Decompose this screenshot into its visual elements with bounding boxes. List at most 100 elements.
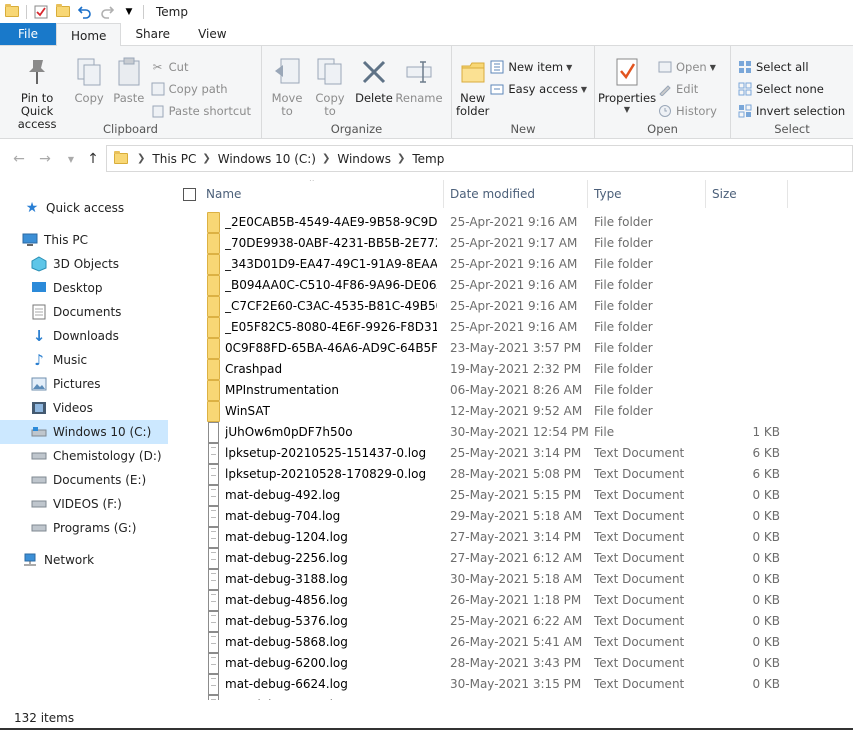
file-row[interactable]: WinSAT 12-May-2021 9:52 AM File folder bbox=[170, 401, 790, 422]
file-type: Text Document bbox=[594, 677, 685, 691]
file-row[interactable]: mat-debug-6200.log 28-May-2021 3:43 PM Tex… bbox=[170, 653, 790, 674]
file-row[interactable]: _70DE9938-0ABF-4231-BB5B-2E7720F9... 25-A… bbox=[170, 233, 790, 254]
nav-downloads[interactable]: ↓ Downloads bbox=[31, 324, 119, 348]
nav-3d-objects-label: 3D Objects bbox=[53, 257, 120, 271]
delete-label: Delete bbox=[355, 91, 393, 105]
file-row[interactable]: lpksetup-20210525-151437-0.log 25-May-202… bbox=[170, 443, 790, 464]
file-row[interactable]: mat-debug-704.log 29-May-2021 5:18 AM Text… bbox=[170, 506, 790, 527]
drive-icon bbox=[31, 448, 47, 464]
back-arrow-icon[interactable]: ← bbox=[8, 148, 30, 170]
nav-windows-10-c[interactable]: Windows 10 (C:) bbox=[0, 420, 168, 444]
edit-button[interactable]: Edit bbox=[657, 78, 717, 100]
column-name[interactable]: Name bbox=[200, 180, 444, 208]
download-arrow-icon: ↓ bbox=[32, 327, 46, 345]
breadcrumb-temp[interactable]: Temp bbox=[412, 152, 444, 166]
file-row[interactable]: jUhOw6m0pDF7h50o 30-May-2021 12:54 PM File… bbox=[170, 422, 790, 443]
breadcrumb-this-pc[interactable]: This PC bbox=[152, 152, 196, 166]
music-note-icon: ♪ bbox=[34, 351, 44, 369]
file-row[interactable]: mat-debug-5376.log 25-May-2021 6:22 AM Tex… bbox=[170, 611, 790, 632]
file-row[interactable]: 0C9F88FD-65BA-46A6-AD9C-64B5FAE... 23-May… bbox=[170, 338, 790, 359]
file-row[interactable]: mat-debug-492.log 25-May-2021 5:15 PM Text… bbox=[170, 485, 790, 506]
file-row[interactable]: _B094AA0C-C510-4F86-9A96-DE06AD... 25-Apr… bbox=[170, 275, 790, 296]
file-explorer-window: { "window": {"title": "Temp"}, "quick_ac… bbox=[0, 0, 853, 730]
network-icon bbox=[22, 552, 38, 568]
properties-icon[interactable] bbox=[33, 4, 49, 20]
file-row[interactable]: _E05F82C5-8080-4E6F-9926-F8D3145E... 25-A… bbox=[170, 317, 790, 338]
file-size: 0 KB bbox=[752, 530, 780, 544]
file-row[interactable]: Crashpad 19-May-2021 2:32 PM File folder bbox=[170, 359, 790, 380]
nav-this-pc[interactable]: This PC bbox=[22, 228, 88, 252]
column-size[interactable]: Size bbox=[706, 180, 788, 208]
cut-button[interactable]: ✂ Cut bbox=[150, 56, 251, 78]
file-type: File folder bbox=[594, 236, 653, 250]
file-date-modified: 23-May-2021 3:57 PM bbox=[450, 341, 582, 355]
file-type: Text Document bbox=[594, 614, 685, 628]
recent-locations-icon[interactable]: ▼ bbox=[60, 148, 82, 170]
select-all-button[interactable]: Select all bbox=[737, 56, 845, 78]
navigation-bar: ← → ▼ ↑ ❯ This PC ❯ Windows 10 (C:) ❯ Wi… bbox=[0, 145, 853, 173]
nav-network[interactable]: Network bbox=[22, 548, 94, 572]
file-row[interactable]: mat-debug-2256.log 27-May-2021 6:12 AM Tex… bbox=[170, 548, 790, 569]
select-none-button[interactable]: Select none bbox=[737, 78, 845, 100]
open-button[interactable]: Open ▼ bbox=[657, 56, 717, 78]
column-type[interactable]: Type bbox=[588, 180, 706, 208]
file-row[interactable]: _343D01D9-EA47-49C1-91A9-8EAAE7F... 25-Ap… bbox=[170, 254, 790, 275]
breadcrumb-windows-10-c[interactable]: Windows 10 (C:) bbox=[218, 152, 316, 166]
file-row[interactable]: _2E0CAB5B-4549-4AE9-9B58-9C9DB36... 25-Ap… bbox=[170, 212, 790, 233]
file-row[interactable]: mat-debug-1204.log 27-May-2021 3:14 PM Tex… bbox=[170, 527, 790, 548]
open-group-label: Open bbox=[647, 122, 678, 136]
file-size bbox=[710, 380, 780, 401]
nav-3d-objects[interactable]: 3D Objects bbox=[31, 252, 119, 276]
file-type: File folder bbox=[594, 383, 653, 397]
easy-access-button[interactable]: Easy access ▼ bbox=[489, 78, 587, 100]
nav-documents-e[interactable]: Documents (E:) bbox=[31, 468, 146, 492]
nav-music[interactable]: ♪ Music bbox=[31, 348, 87, 372]
nav-programs-g[interactable]: Programs (G:) bbox=[31, 516, 136, 540]
nav-videos[interactable]: Videos bbox=[31, 396, 93, 420]
nav-desktop[interactable]: Desktop bbox=[31, 276, 103, 300]
file-type: Text Document bbox=[594, 530, 685, 544]
nav-quick-access[interactable]: ★ Quick access bbox=[24, 196, 124, 220]
easy-access-label: Easy access bbox=[508, 82, 578, 96]
file-row[interactable]: lpksetup-20210528-170829-0.log 28-May-202… bbox=[170, 464, 790, 485]
forward-arrow-icon[interactable]: → bbox=[34, 148, 56, 170]
column-date-modified[interactable]: Date modified bbox=[444, 180, 588, 208]
cube-icon bbox=[31, 256, 47, 272]
file-row[interactable]: mat-debug-3188.log 30-May-2021 5:18 AM Tex… bbox=[170, 569, 790, 590]
copy-path-button[interactable]: Copy path bbox=[150, 78, 251, 100]
nav-chemistology-d[interactable]: Chemistology (D:) bbox=[31, 444, 162, 468]
new-folder-icon[interactable] bbox=[55, 4, 71, 20]
nav-documents[interactable]: Documents bbox=[31, 300, 121, 324]
invert-selection-label: Invert selection bbox=[756, 104, 846, 118]
address-bar[interactable]: ❯ This PC ❯ Windows 10 (C:) ❯ Windows ❯ … bbox=[106, 145, 853, 172]
file-row[interactable]: mat-debug-4856.log 26-May-2021 1:18 PM Tex… bbox=[170, 590, 790, 611]
file-row[interactable]: mat-debug-5868.log 26-May-2021 5:41 AM Tex… bbox=[170, 632, 790, 653]
customize-dropdown-icon[interactable]: ▼ bbox=[121, 4, 137, 20]
new-item-button[interactable]: New item ▼ bbox=[489, 56, 587, 78]
tab-share[interactable]: Share bbox=[121, 23, 184, 45]
redo-icon[interactable] bbox=[99, 4, 115, 20]
history-button[interactable]: History bbox=[657, 100, 717, 122]
nav-pictures[interactable]: Pictures bbox=[31, 372, 101, 396]
tab-home[interactable]: Home bbox=[56, 23, 122, 47]
file-row[interactable]: mat-debug-6960.log 29-May-2021 5:14 PM Tex… bbox=[170, 695, 790, 700]
invert-selection-button[interactable]: Invert selection bbox=[737, 100, 845, 122]
select-all-checkbox[interactable] bbox=[183, 188, 196, 201]
file-size: 6 KB bbox=[752, 467, 780, 481]
tab-file[interactable]: File bbox=[0, 23, 56, 45]
breadcrumb-windows[interactable]: Windows bbox=[337, 152, 391, 166]
file-row[interactable]: mat-debug-6624.log 30-May-2021 3:15 PM Tex… bbox=[170, 674, 790, 695]
undo-icon[interactable] bbox=[77, 4, 93, 20]
tab-view[interactable]: View bbox=[184, 23, 240, 45]
nav-videos-f[interactable]: VIDEOS (F:) bbox=[31, 492, 122, 516]
text-document-icon bbox=[207, 548, 221, 569]
file-row[interactable]: _C7CF2E60-C3AC-4535-B81C-49B503E... 25-Ap… bbox=[170, 296, 790, 317]
paste-shortcut-button[interactable]: Paste shortcut bbox=[150, 100, 251, 122]
delete-x-icon bbox=[358, 56, 390, 88]
nav-chemistology-d-label: Chemistology (D:) bbox=[53, 449, 162, 463]
file-row[interactable]: MPInstrumentation 06-May-2021 8:26 AM File… bbox=[170, 380, 790, 401]
up-arrow-icon[interactable]: ↑ bbox=[82, 148, 104, 170]
file-name: _C7CF2E60-C3AC-4535-B81C-49B503E... bbox=[225, 299, 437, 313]
text-document-icon bbox=[207, 632, 221, 653]
file-date-modified: 25-Apr-2021 9:16 AM bbox=[450, 257, 578, 271]
